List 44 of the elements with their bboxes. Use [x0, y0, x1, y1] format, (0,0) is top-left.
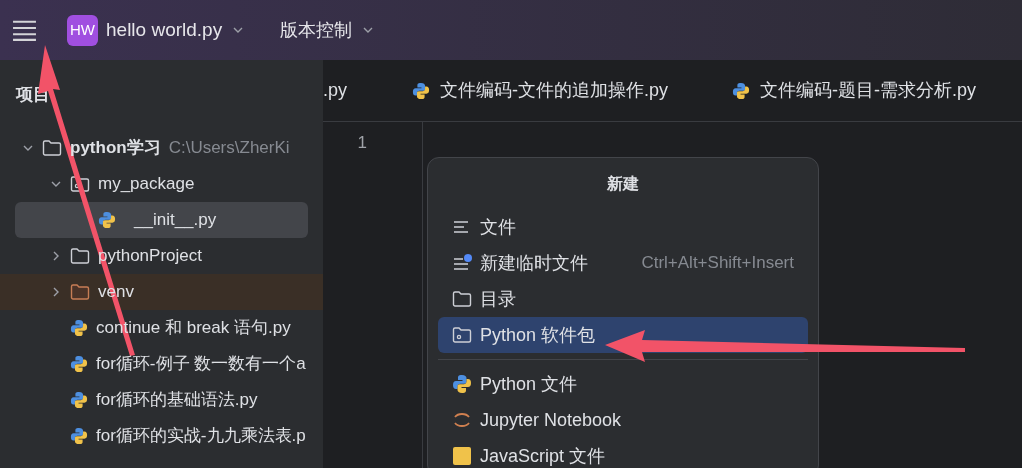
editor-tab[interactable]: 文件编码-题目-需求分析.py — [732, 77, 977, 104]
tree-row[interactable]: python学习 C:\Users\ZherKi — [0, 130, 323, 166]
python-icon — [70, 319, 88, 337]
python-icon — [70, 391, 88, 409]
vcs-dropdown[interactable]: 版本控制 — [280, 16, 375, 44]
python-icon — [452, 374, 472, 394]
menu-item[interactable]: Python 文件 — [438, 366, 808, 402]
folder-icon — [70, 247, 90, 265]
editor-tab[interactable]: 文件编码-文件的追加操作.py — [412, 77, 669, 104]
editor-tab[interactable]: .py — [323, 77, 347, 104]
tree-row[interactable]: __init__.py — [15, 202, 308, 238]
line-number: 1 — [357, 132, 367, 154]
popup-title: 新建 — [607, 174, 639, 194]
tree-label: for循环的实战-九九乘法表.p — [96, 425, 306, 448]
tree-row[interactable]: for循环的基础语法.py — [0, 382, 323, 418]
tree-label: python学习 — [70, 137, 161, 160]
scratch-file-icon — [452, 253, 472, 273]
tree-row[interactable]: for循环-例子 数一数有一个a — [0, 346, 323, 382]
python-icon — [70, 427, 88, 445]
shortcut-hint: Ctrl+Alt+Shift+Insert — [641, 252, 794, 275]
menu-item[interactable]: 文件 — [438, 209, 808, 245]
menu-item[interactable]: 新建临时文件 Ctrl+Alt+Shift+Insert — [438, 245, 808, 281]
jupyter-icon — [452, 410, 472, 430]
folder-icon — [452, 290, 472, 308]
folder-icon — [70, 283, 90, 301]
tree-row[interactable]: for循环的实战-九九乘法表.p — [0, 418, 323, 454]
project-path: C:\Users\ZherKi — [168, 137, 290, 160]
python-icon — [70, 355, 88, 373]
menu-item[interactable]: JavaScript 文件 — [438, 438, 808, 468]
tree-label: for循环的基础语法.py — [96, 389, 258, 412]
tree-label: for循环-例子 数一数有一个a — [96, 353, 306, 376]
menu-item[interactable]: 目录 — [438, 281, 808, 317]
python-icon — [412, 81, 430, 100]
package-folder-icon — [452, 326, 472, 344]
python-icon — [732, 81, 751, 100]
menu-item[interactable]: Jupyter Notebook — [438, 402, 808, 438]
tree-label: __init__.py — [134, 209, 217, 232]
menu-icon[interactable] — [12, 19, 37, 41]
python-icon — [98, 211, 116, 229]
folder-icon — [42, 139, 62, 157]
file-dropdown[interactable]: hello world.py — [106, 15, 245, 45]
project-badge: HW — [67, 14, 98, 46]
tree-label: my_package — [98, 173, 195, 196]
javascript-icon — [452, 446, 472, 466]
